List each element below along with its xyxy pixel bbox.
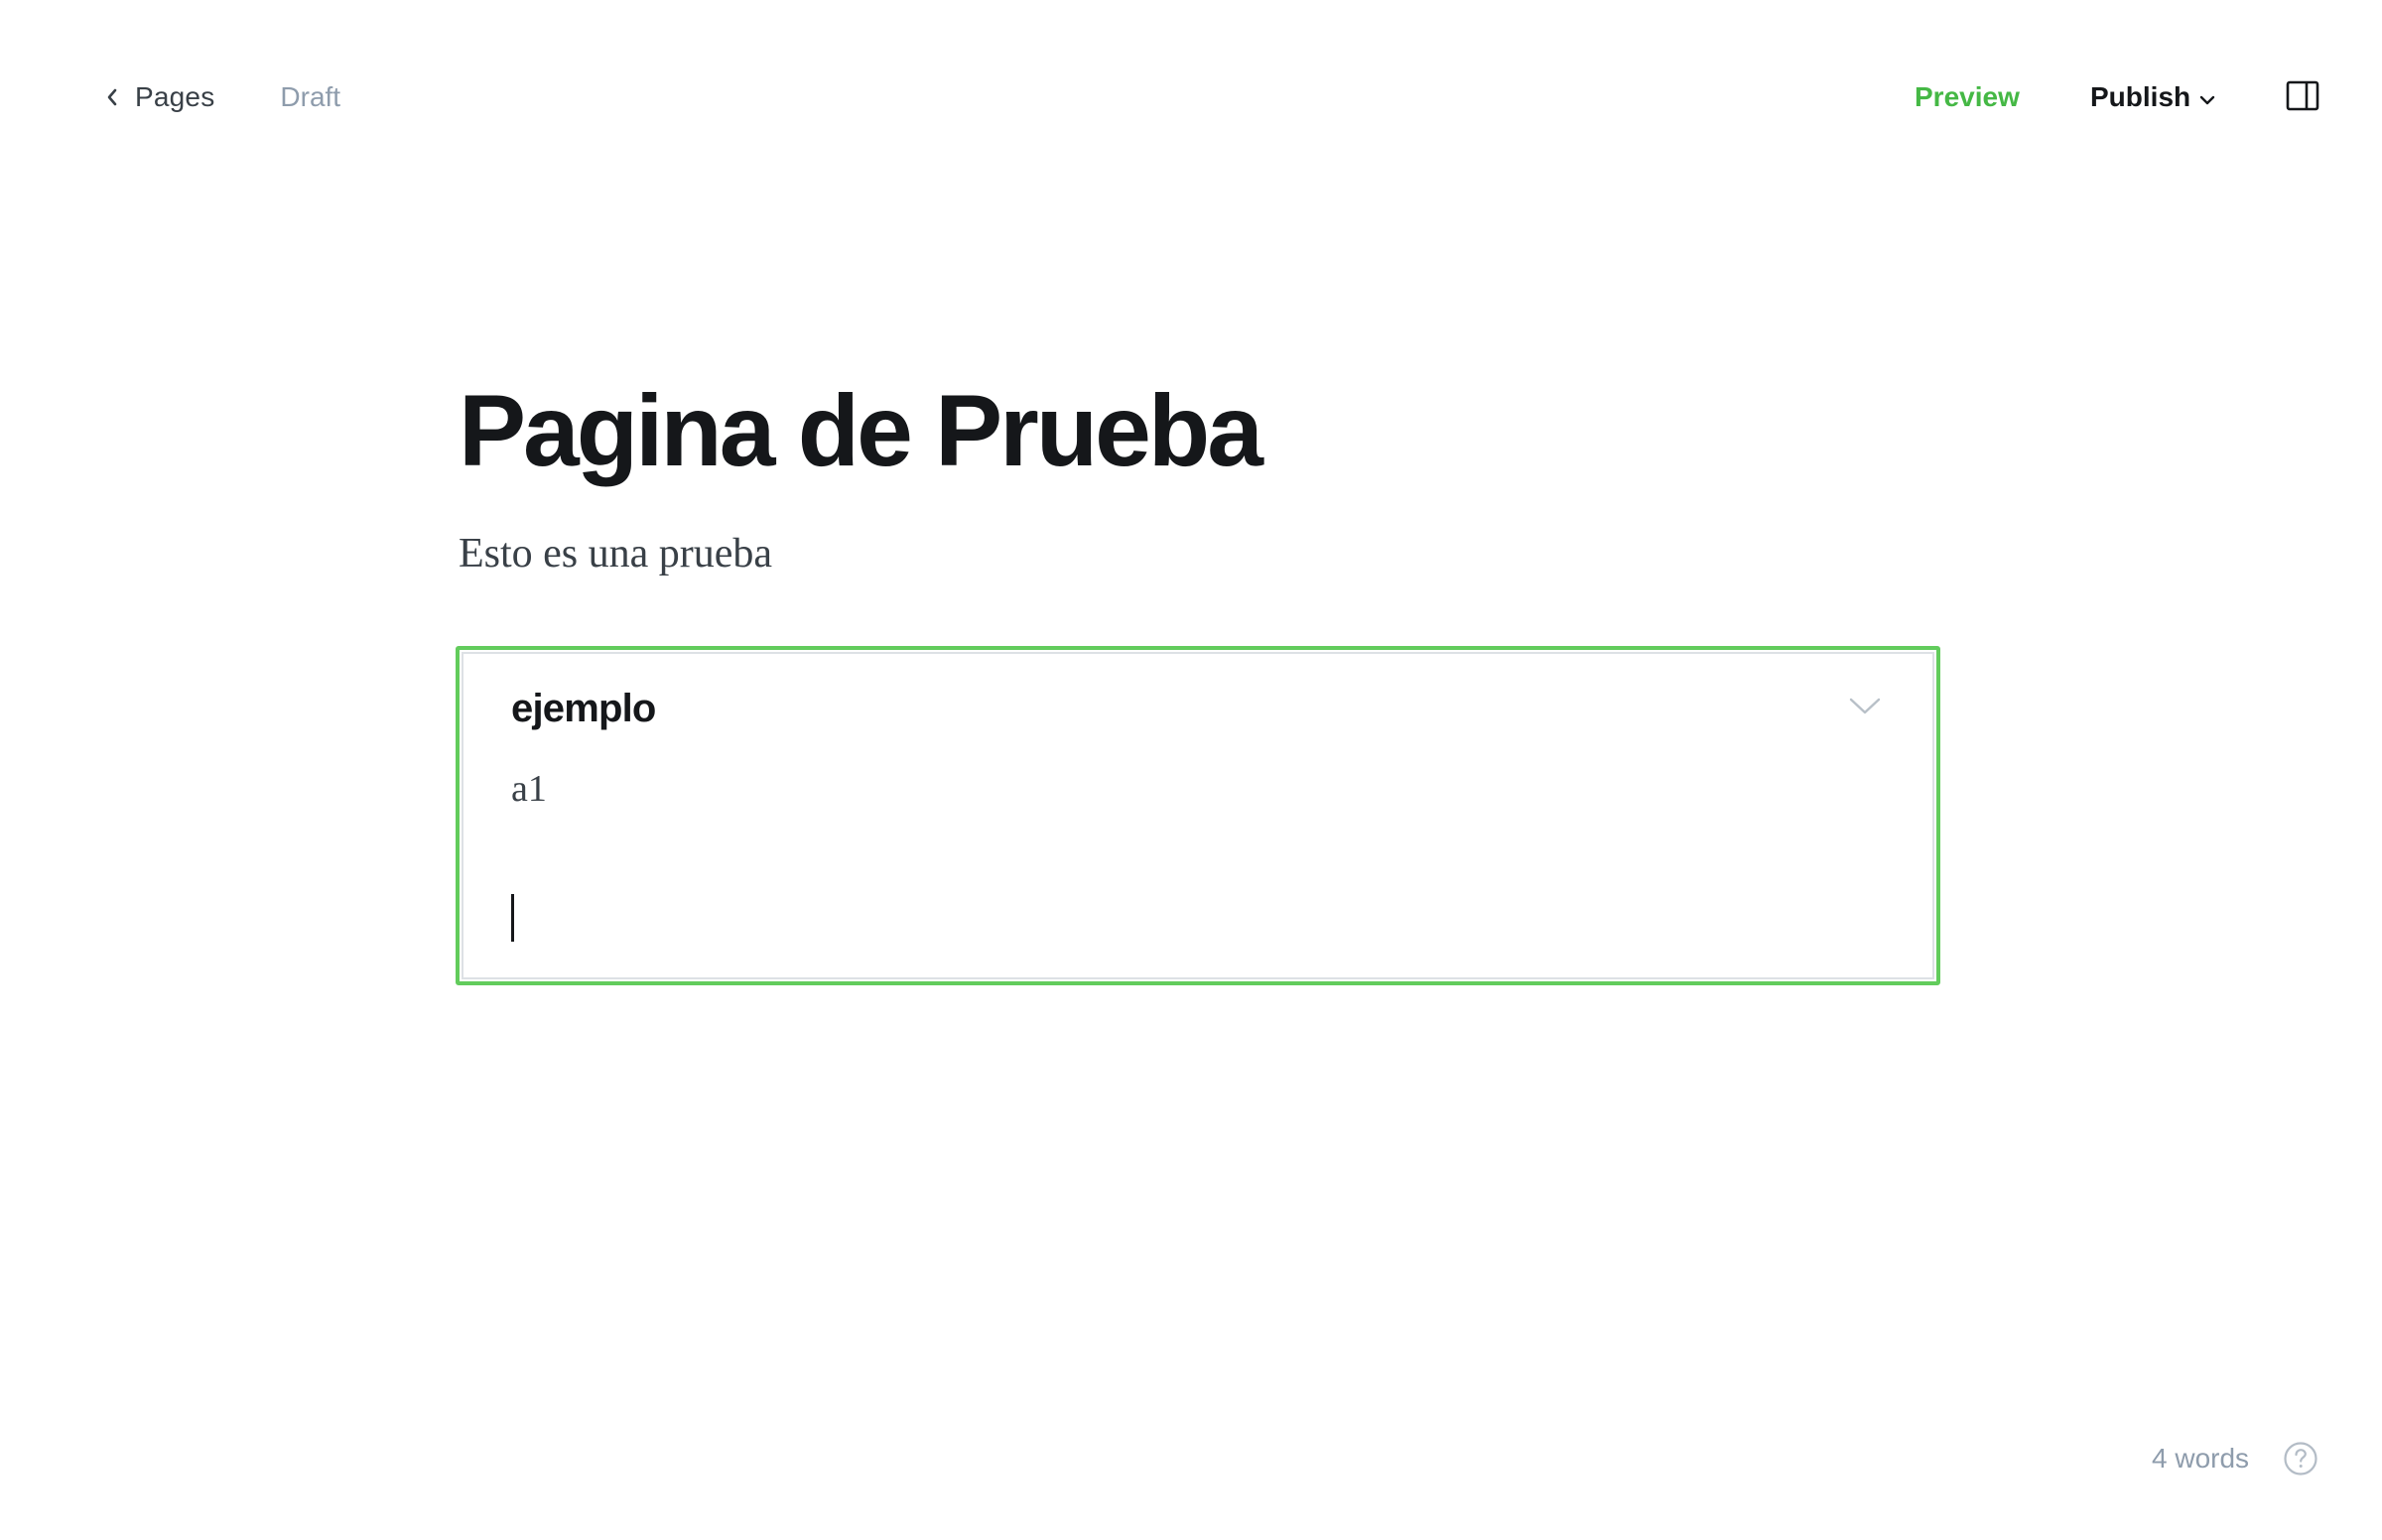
chevron-down-icon[interactable] [1847, 696, 1883, 717]
post-status: Draft [280, 81, 341, 112]
preview-button[interactable]: Preview [1915, 75, 2020, 119]
sidebar-toggle-icon[interactable] [2286, 79, 2319, 113]
page-excerpt[interactable]: Esto es una prueba [459, 528, 772, 579]
card-heading[interactable]: ejemplo [511, 687, 656, 731]
word-count: 4 words [2152, 1443, 2250, 1474]
text-cursor [511, 894, 514, 942]
publish-button-label: Publish [2090, 81, 2191, 112]
help-circle-icon[interactable] [2283, 1441, 2318, 1476]
publish-button[interactable]: Publish [2090, 75, 2216, 119]
chevron-down-icon [2199, 95, 2215, 105]
back-to-pages-link[interactable]: Pages [105, 81, 214, 113]
chevron-left-icon [107, 88, 117, 106]
toggle-card[interactable]: ejemplo a1 [462, 652, 1934, 979]
card-content[interactable]: a1 [511, 767, 547, 811]
editor-page: Pages Draft Preview Publish Pagina de Pr… [0, 0, 2382, 1540]
breadcrumb: Pages Draft [105, 75, 340, 119]
back-link-label: Pages [135, 81, 215, 112]
page-title[interactable]: Pagina de Prueba [459, 375, 1263, 486]
